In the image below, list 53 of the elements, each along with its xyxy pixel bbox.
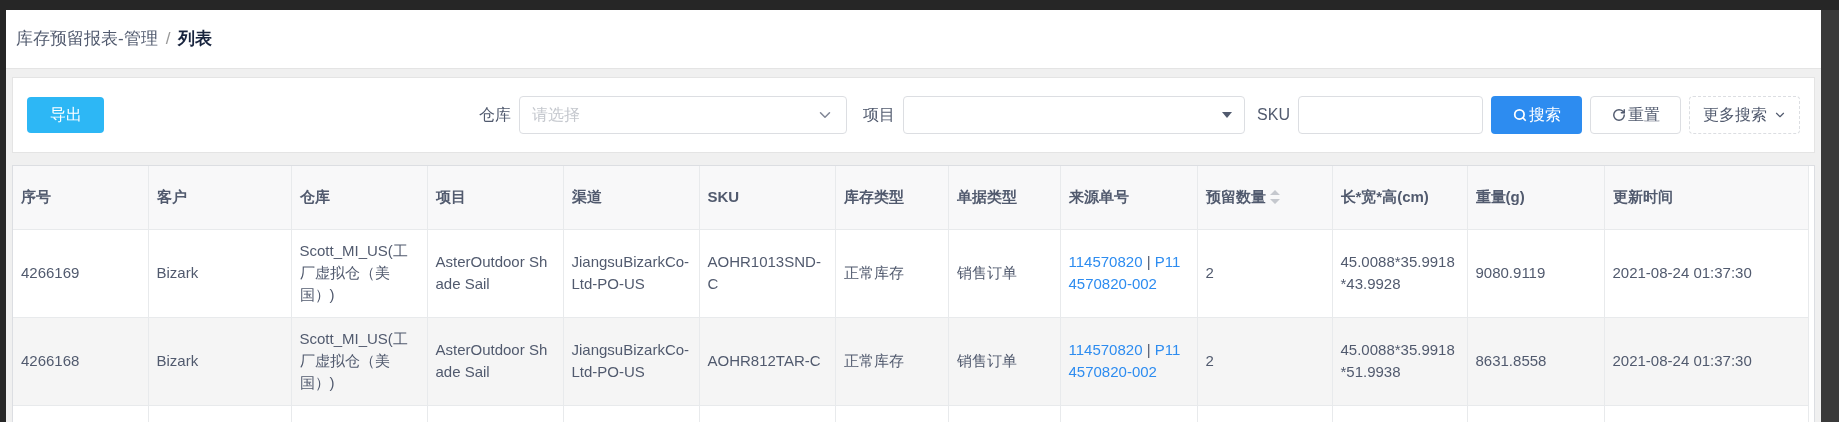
table-cell: AOHR812TAR-C: [707, 352, 821, 369]
column-header: 单据类型: [956, 187, 1017, 207]
breadcrumb-current: 列表: [178, 28, 213, 51]
breadcrumb-link[interactable]: 库存预留报表-管理: [16, 26, 158, 52]
table-cell: 45.0088*35.9918*43.9928: [1340, 253, 1455, 292]
table-cell: 8631.8558: [1475, 352, 1547, 369]
table-cell: 2: [1205, 264, 1214, 281]
table-cell: 正常库存: [843, 264, 904, 281]
table-cell: Scott_MI_US(工厂虚拟仓（美国）): [299, 330, 408, 391]
table-cell: 2021-08-24 01:37:30: [1612, 352, 1752, 369]
filter-label: 仓库: [479, 105, 512, 125]
table-cell: 9080.9119: [1475, 264, 1546, 281]
column-header: 客户: [156, 187, 187, 207]
table-cell: 销售订单: [956, 352, 1017, 369]
column-header: 重量(g): [1475, 187, 1525, 207]
sku-input[interactable]: [1298, 96, 1483, 134]
more-search-button[interactable]: 更多搜索: [1689, 96, 1800, 134]
table-cell: 4266168: [21, 352, 80, 369]
table-cell: Bizark: [156, 264, 199, 281]
table-cell: AsterOutdoor Shade Sail: [435, 341, 548, 380]
table-cell: 45.0088*35.9918*51.9938: [1340, 341, 1455, 380]
filter-label: 项目: [863, 105, 896, 125]
table-cell: 正常库存: [843, 352, 904, 369]
column-header: 渠道: [571, 187, 602, 207]
column-header: 项目: [435, 187, 466, 207]
column-header: 长*宽*高(cm): [1340, 187, 1429, 207]
refresh-icon: [1611, 108, 1626, 122]
column-header: 序号: [21, 187, 51, 207]
table-cell: AsterOutdoor Shade Sail: [435, 253, 548, 292]
source-order-cell: 114570820 | P114570820-002: [1068, 253, 1181, 292]
table-cell: 2: [1205, 352, 1214, 369]
table-cell: 销售订单: [956, 264, 1017, 281]
filter-label: SKU: [1257, 105, 1290, 125]
table-cell: JiangsuBizarkCo-Ltd-PO-US: [571, 253, 690, 292]
caret-down-icon: [1222, 112, 1233, 118]
sort-icon[interactable]: [1269, 190, 1280, 205]
column-header: 仓库: [299, 187, 330, 207]
column-header: 预留数量: [1205, 187, 1266, 207]
column-header: 库存类型: [843, 187, 904, 207]
table-cell: JiangsuBizarkCo-Ltd-PO-US: [571, 341, 690, 380]
search-icon: [1512, 108, 1527, 122]
table-cell: 2021-08-24 01:37:30: [1612, 264, 1752, 281]
table-cell: AOHR1013SND-C: [707, 253, 821, 292]
project-select[interactable]: [903, 96, 1246, 134]
column-header: 更新时间: [1612, 187, 1673, 207]
breadcrumb-separator: /: [165, 28, 171, 51]
reset-button[interactable]: 重置: [1590, 96, 1681, 134]
table-cell: Bizark: [156, 352, 199, 369]
table-cell: Scott_MI_US(工厂虚拟仓（美国）): [299, 242, 408, 303]
column-header: SKU: [707, 187, 740, 207]
table-cell: 4266169: [21, 264, 80, 281]
source-order-cell: 114570820 | P114570820-002: [1068, 341, 1181, 380]
column-header: 来源单号: [1068, 187, 1129, 207]
